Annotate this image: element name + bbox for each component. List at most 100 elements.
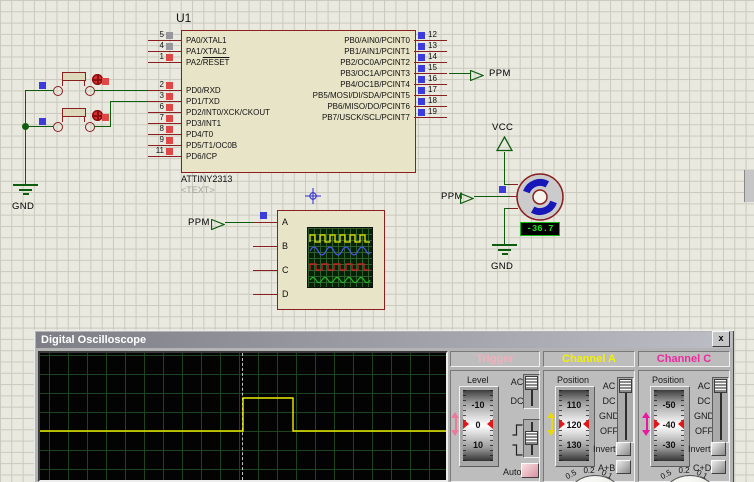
falling-edge-icon[interactable] xyxy=(512,443,523,461)
invert-button[interactable] xyxy=(616,442,631,456)
pin-label: PB1/AIN1/PCINT1 xyxy=(286,47,410,56)
motor-shaft xyxy=(533,190,547,204)
origin-crosshair-icon xyxy=(305,188,321,209)
ppm-terminal[interactable] xyxy=(460,191,474,209)
wheel-marker-left xyxy=(654,419,660,429)
wire xyxy=(504,152,505,185)
invert-button[interactable] xyxy=(711,442,726,456)
level-adjust-arrows[interactable] xyxy=(451,412,460,436)
side-panel-fragment xyxy=(744,170,754,202)
wheel-value: 110 xyxy=(559,401,589,410)
pin-label: PD5/T1/OC0B xyxy=(186,141,237,150)
pin-state-indicator xyxy=(166,115,173,122)
wire xyxy=(94,90,148,91)
channel-a-mode-slider[interactable] xyxy=(617,377,634,443)
ppm-label: PPM xyxy=(489,68,511,79)
invert-label: Invert xyxy=(593,444,616,454)
pin-state-indicator xyxy=(418,109,425,116)
channel-a-header: Channel A xyxy=(543,351,635,367)
proteus-schematic-canvas: U1 ATTINY2313 <TEXT> 5PA0/XTAL14PA1/XTAL… xyxy=(0,0,754,482)
window-titlebar[interactable]: Digital Oscilloscope xyxy=(36,332,732,348)
pin-number: 8 xyxy=(138,124,164,133)
pin-state-indicator xyxy=(260,212,267,219)
button-cap[interactable] xyxy=(62,108,86,117)
channel-c-position-wheel[interactable]: -50-40-30 xyxy=(650,386,690,467)
slider-knob[interactable] xyxy=(619,379,632,393)
gnd-label: GND xyxy=(491,261,513,272)
ground-bar xyxy=(19,189,32,191)
wire xyxy=(25,126,53,127)
channel-c-mode-slider[interactable] xyxy=(712,377,729,443)
position-adjust-arrows[interactable] xyxy=(547,412,556,436)
wheel-marker-right xyxy=(678,419,684,429)
edge-slider[interactable] xyxy=(523,419,540,458)
wheel-value: -10 xyxy=(463,401,493,410)
pin-state-indicator xyxy=(166,54,173,61)
sum-button[interactable] xyxy=(711,460,726,474)
pin-label: PD3/INT1 xyxy=(186,119,221,128)
ppm-label: PPM xyxy=(188,217,210,228)
gnd-label: GND xyxy=(12,201,34,212)
pin-label: PD0/RXD xyxy=(186,86,221,95)
chip-part-name: ATTINY2313 xyxy=(181,174,232,184)
pin-state-indicator xyxy=(166,32,173,39)
trigger-section: Trigger Level -10010 ACDC xyxy=(450,351,540,482)
ppm-terminal[interactable] xyxy=(211,217,225,235)
knob-value-label: 0.2 xyxy=(580,466,598,475)
wheel-marker-left xyxy=(463,419,469,429)
pin-state-indicator xyxy=(418,87,425,94)
sum-button[interactable] xyxy=(616,460,631,474)
slider-knob[interactable] xyxy=(525,431,538,445)
pin-state-indicator xyxy=(39,118,46,125)
pin-stub xyxy=(148,62,181,63)
pin-state-indicator xyxy=(418,32,425,39)
ppm-terminal[interactable] xyxy=(470,68,484,86)
mini-trace-green xyxy=(310,278,370,283)
pin-number: 12 xyxy=(428,30,452,39)
pin-label: PA1/XTAL2 xyxy=(186,47,227,56)
slider-knob[interactable] xyxy=(714,379,727,393)
channel-a-position-wheel[interactable]: 100110120130 xyxy=(555,386,595,467)
wheel-marker-left xyxy=(559,419,565,429)
trigger-level-wheel[interactable]: -10010 xyxy=(459,386,499,467)
pin-label: PB2/OC0A/PCINT2 xyxy=(286,58,410,67)
pin-number: 4 xyxy=(138,41,164,50)
invert-label: Invert xyxy=(688,444,711,454)
rising-edge-icon[interactable] xyxy=(512,423,523,441)
scope-screen xyxy=(38,351,448,482)
wheel-value: 130 xyxy=(559,441,589,450)
pin-number: 6 xyxy=(138,102,164,111)
wheel-marker-right xyxy=(487,419,493,429)
auto-button[interactable] xyxy=(521,463,539,478)
graph-pin-label: B xyxy=(282,241,288,251)
mini-trace-red xyxy=(310,264,370,270)
pin-state-indicator xyxy=(166,148,173,155)
pin-state-indicator xyxy=(418,98,425,105)
graph-pin-stub xyxy=(253,246,277,247)
coupling-slider[interactable] xyxy=(523,374,540,409)
pin-stub xyxy=(148,156,181,157)
pin-stub xyxy=(414,117,447,118)
wire xyxy=(25,90,53,91)
position-adjust-arrows[interactable] xyxy=(642,412,651,436)
close-button[interactable]: x xyxy=(712,331,730,347)
pin-label: PD2/INT0/XCK/CKOUT xyxy=(186,108,270,117)
wire xyxy=(94,126,111,127)
pin-label: PB3/OC1A/PCINT3 xyxy=(286,69,410,78)
pin-state-indicator xyxy=(102,114,109,121)
position-label: Position xyxy=(652,375,684,385)
ground-bar xyxy=(13,184,38,186)
pin-state-indicator xyxy=(39,82,46,89)
pin-number: 15 xyxy=(428,63,452,72)
vcc-label: VCC xyxy=(492,122,513,133)
pin-state-indicator xyxy=(418,54,425,61)
pin-number: 3 xyxy=(138,91,164,100)
pin-state-indicator xyxy=(166,126,173,133)
button-terminal xyxy=(53,122,63,132)
wire xyxy=(25,90,26,185)
pin-label: PB4/OC1B/PCINT4 xyxy=(286,80,410,89)
wire-junction-dot xyxy=(22,123,29,130)
chip-text-tag: <TEXT> xyxy=(181,185,215,195)
slider-knob[interactable] xyxy=(525,376,538,390)
button-cap[interactable] xyxy=(62,72,86,81)
